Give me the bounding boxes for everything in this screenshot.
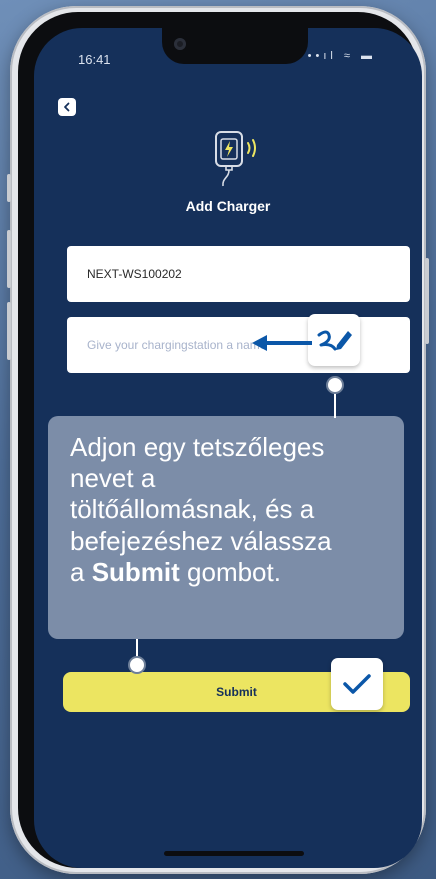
status-icons: ••ıl ≈ ▬ (307, 50, 376, 62)
status-time: 16:41 (78, 52, 111, 67)
back-chevron-icon (64, 102, 70, 112)
home-indicator (164, 851, 304, 856)
notch (162, 28, 308, 64)
connector-dot-bottom (128, 656, 146, 674)
connector-dot-top (326, 376, 344, 394)
power-button (425, 258, 429, 344)
callout-line-2: nevet a (70, 463, 156, 494)
arrow-left-icon (252, 335, 312, 351)
callout-line-1: Adjon egy tetszőleges (70, 432, 325, 462)
mute-switch (7, 174, 11, 202)
callout-line-5-prefix: a (70, 556, 92, 587)
charger-id-field[interactable]: NEXT-WS100202 (67, 246, 410, 302)
camera-icon (174, 38, 186, 50)
back-button[interactable] (58, 98, 76, 116)
checkmark-icon (343, 674, 371, 694)
pen-marker (308, 314, 360, 366)
wireless-charger-icon (215, 131, 256, 187)
callout-line-5-suffix: gombot. (179, 556, 281, 587)
callout-line-3: töltőállomásnak, és a (70, 494, 315, 525)
volume-down-button (7, 302, 11, 360)
pen-icon (317, 330, 352, 351)
callout-submit-keyword: Submit (91, 556, 180, 587)
page-title: Add Charger (185, 198, 271, 214)
callout-line-5: a Submit gombot. (70, 557, 390, 588)
callout-line-4: befejezéshez válassza (70, 525, 332, 556)
tutorial-callout: Adjon egy tetszőleges nevet a töltőállom… (48, 416, 404, 639)
volume-up-button (7, 230, 11, 288)
check-marker (331, 658, 383, 710)
charger-id-value: NEXT-WS100202 (87, 267, 182, 281)
